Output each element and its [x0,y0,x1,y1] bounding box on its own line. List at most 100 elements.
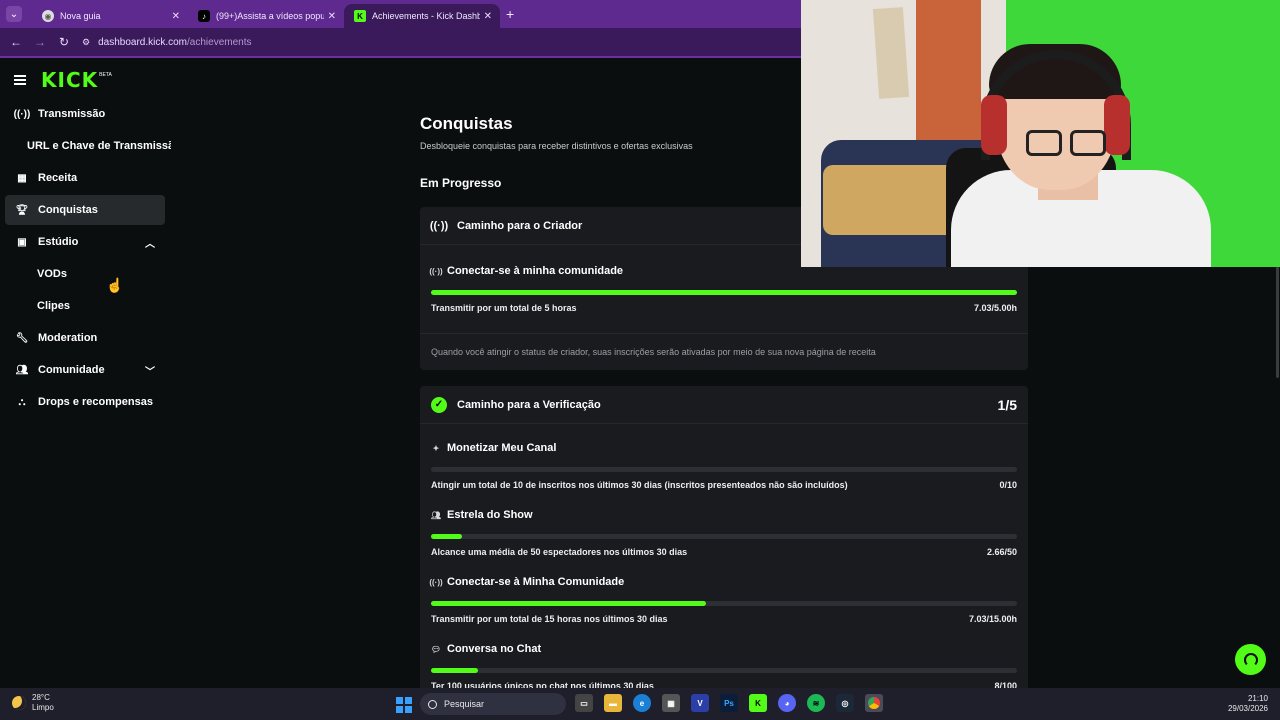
sparkle-icon: ✦ [432,443,440,453]
chart-icon: ▦ [17,172,27,184]
search-icon [428,699,437,709]
vegas-icon[interactable]: V [691,694,709,712]
edge-icon[interactable]: e [633,694,651,712]
progress-fill [431,534,463,539]
tab-search-button[interactable]: ⌄ [6,6,22,22]
photoshop-icon[interactable]: Ps [720,694,738,712]
task-desc: Atingir um total de 10 de inscritos nos … [431,480,848,490]
discord-icon[interactable]: ◕ [778,694,796,712]
card-count: 1/5 [997,396,1017,413]
steam-icon[interactable]: ◎ [836,694,854,712]
taskbar: 28°C Limpo Pesquisar ▭ ▬ e ▦ V Ps K ◕ ≋ … [0,688,1280,720]
sidebar-item-comunidade[interactable]: 👥︎ Comunidade ﹀ [5,355,165,385]
sidebar-item-url-chave[interactable]: URL e Chave de Transmissão [5,131,171,161]
trophy-icon: 🏆︎ [15,204,29,216]
url-host: dashboard.kick.com [98,36,188,48]
progress-bar [431,668,1017,673]
progress-fill [431,290,1017,295]
card-header: ✓ Caminho para a Verificação 1/5 [420,386,1028,424]
clock-time: 21:10 [1247,694,1268,703]
site-info-icon[interactable]: ⚙ [82,37,90,48]
chat-icon: 💬︎ [430,644,442,654]
close-tab-icon[interactable]: ✕ [172,11,180,22]
back-icon[interactable]: ← [4,35,28,49]
windows-start-icon[interactable] [396,697,412,713]
taskbar-search[interactable]: Pesquisar [420,693,566,715]
sidebar-item-estudio[interactable]: ▣ Estúdio ︿ [5,227,165,257]
sidebar-item-conquistas[interactable]: 🏆︎ Conquistas [5,195,165,225]
card-note: Quando você atingir o status de criador,… [431,347,876,357]
reload-icon[interactable]: ↻ [52,35,76,49]
progress-bar [431,601,1017,606]
new-tab-icon[interactable]: + [506,6,514,22]
sidebar-item-receita[interactable]: ▦ Receita [5,163,165,193]
kick-studio-icon[interactable]: K [749,694,767,712]
sidebar-item-label: Drops e recompensas [38,396,153,408]
progress-bar [431,467,1017,472]
task-value: 0/10 [999,480,1017,490]
task-desc: Transmitir por um total de 5 horas [431,303,577,313]
achievement-task: ((·)) Conectar-se à Minha Comunidade Tra… [429,576,1017,624]
url-field[interactable]: ⚙ dashboard.kick.com/achievements [82,37,252,48]
file-explorer-icon[interactable]: ▬ [604,694,622,712]
broadcast-icon: ((·)) [13,108,31,120]
wrench-icon: 🔧︎ [15,332,29,344]
task-desc: Alcance uma média de 50 espectadores nos… [431,547,688,557]
forward-icon[interactable]: → [28,35,52,49]
headset-ear-right [1104,95,1130,155]
task-view-icon[interactable]: ▭ [575,694,593,712]
sidebar-item-transmissao[interactable]: ((·)) Transmissão [5,99,165,129]
kick-logo[interactable]: KICK [41,68,98,92]
tab-title: Achievements - Kick Dashboard [372,11,480,21]
sidebar-item-label: VODs [37,268,67,280]
divider [420,333,1028,334]
broadcast-icon: ((·)) [429,266,443,276]
achievement-task: 👥︎ Estrela do Show Alcance uma média de … [431,509,1017,557]
task-row: Transmitir por um total de 5 horas 7.03/… [431,303,1017,313]
menu-icon[interactable] [14,75,26,85]
weather-temp: 28°C [32,693,50,702]
beta-badge: BETA [99,72,112,78]
moon-icon [12,696,26,710]
close-tab-icon[interactable]: ✕ [484,11,492,22]
sidebar-item-label: URL e Chave de Transmissão [27,140,171,152]
broadcast-icon: ((·)) [429,219,449,232]
task-title: ((·)) Conectar-se à Minha Comunidade [429,576,1017,588]
spotify-icon[interactable]: ≋ [807,694,825,712]
chrome-icon: ◉ [42,10,54,22]
task-title-text: Conversa no Chat [447,643,542,655]
achievement-task: ((·)) Conectar-se à minha comunidade Tra… [429,265,1017,313]
task-title-text: Estrela do Show [447,509,533,521]
tab-kick-dashboard[interactable]: K Achievements - Kick Dashboard ✕ [344,4,500,28]
sidebar-item-drops[interactable]: ⛬ Drops e recompensas [5,387,165,417]
tab-tiktok[interactable]: ♪ (99+)Assista a vídeos populares ✕ [188,4,344,28]
weather-widget[interactable]: 28°C Limpo [12,693,54,713]
task-value: 7.03/15.00h [968,614,1017,624]
close-tab-icon[interactable]: ✕ [328,11,336,22]
url-path: /achievements [187,36,252,48]
weather-desc: Limpo [32,703,54,712]
sidebar-item-label: Receita [38,172,78,184]
store-icon[interactable]: ▦ [662,694,680,712]
users-icon: 👥︎ [15,364,29,376]
support-button[interactable] [1235,644,1266,675]
chevron-down-icon[interactable]: ﹀ [145,363,155,378]
progress-bar [431,534,1017,539]
chevron-up-icon[interactable]: ︿ [145,235,155,250]
users-icon: 👥︎ [430,510,442,520]
task-title: 👥︎ Estrela do Show [431,509,1017,521]
sidebar-item-label: Conquistas [38,204,98,216]
tiktok-icon: ♪ [198,10,210,22]
chrome-taskbar-icon[interactable] [865,694,883,712]
tab-nova-guia[interactable]: ◉ Nova guia ✕ [32,4,188,28]
webcam-overlay [801,0,1280,267]
sidebar-item-label: Estúdio [38,236,79,248]
sidebar: KICK BETA ((·)) Transmissão URL e Chave … [0,58,172,688]
sidebar-item-moderation[interactable]: 🔧︎ Moderation [5,323,165,353]
task-row: Transmitir por um total de 15 horas nos … [431,614,1017,624]
sidebar-item-vods[interactable]: VODs [5,259,165,289]
sidebar-item-clipes[interactable]: Clipes [5,291,165,321]
clock[interactable]: 21:10 29/03/2026 [1228,694,1268,714]
achievement-card-verificacao: ✓ Caminho para a Verificação 1/5 ✦ Monet… [420,386,1028,696]
studio-icon: ▣ [17,236,27,248]
